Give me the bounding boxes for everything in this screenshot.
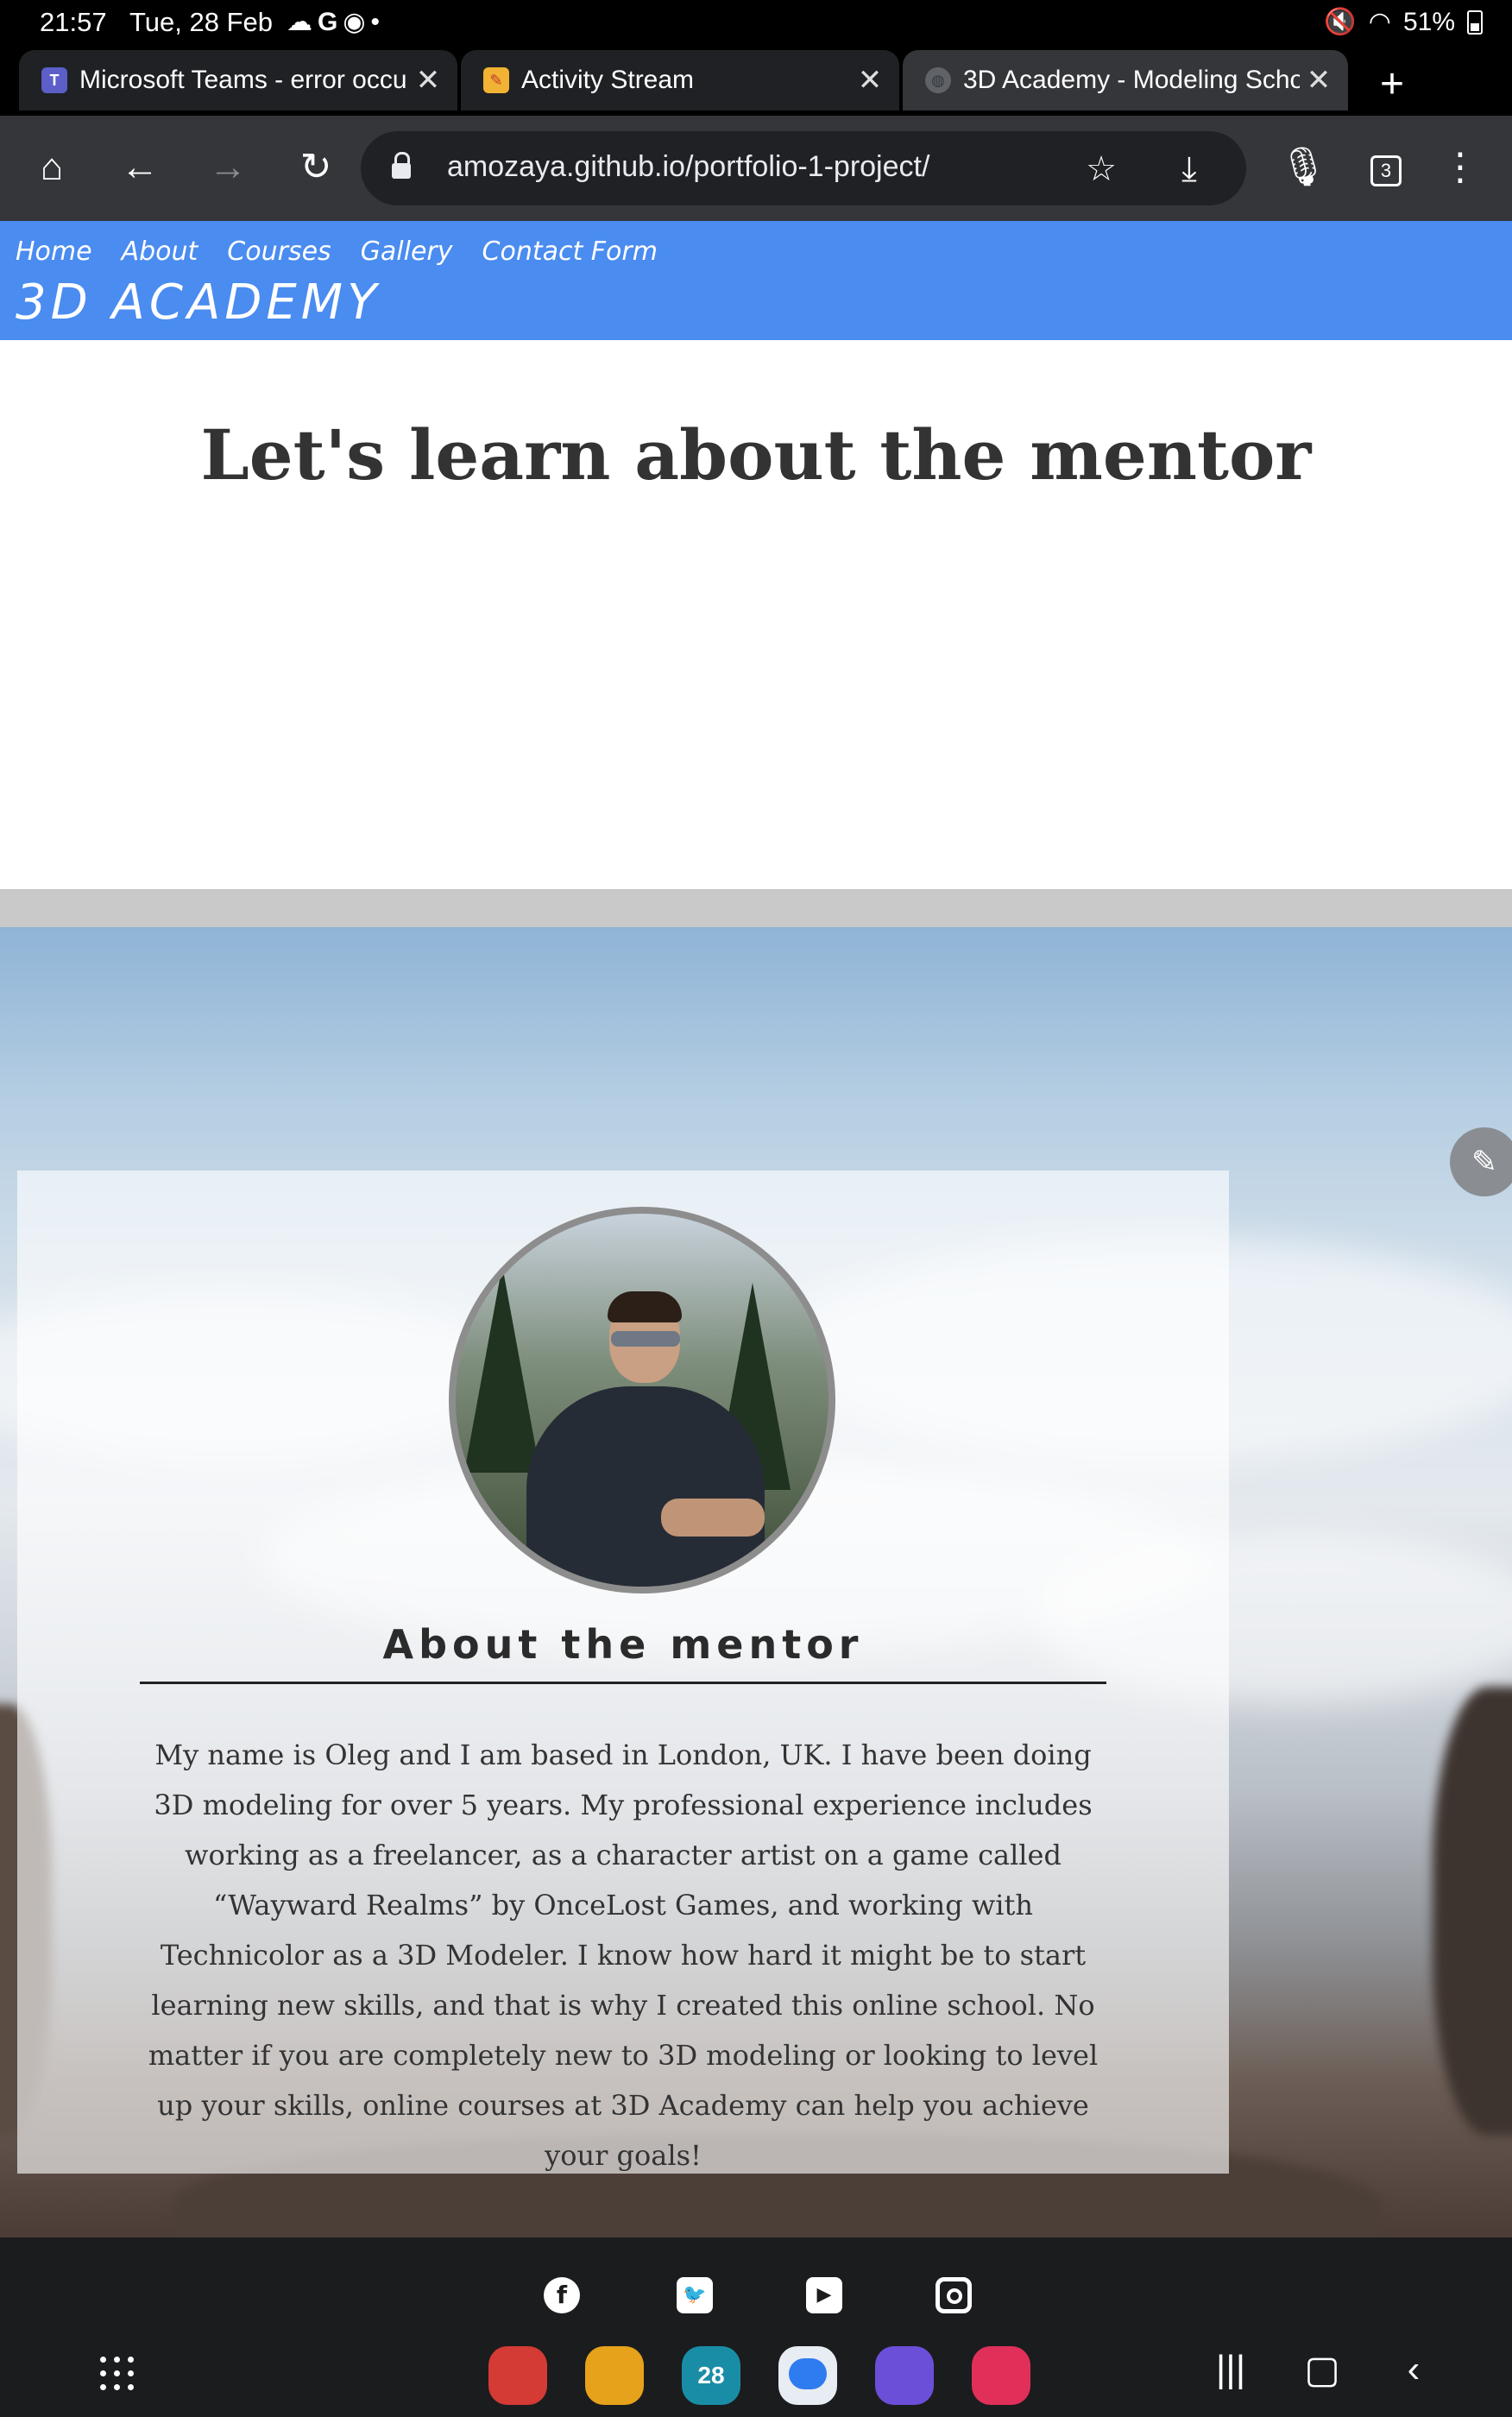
microphone-icon[interactable]: 🎙	[1276, 140, 1331, 195]
download-icon[interactable]: ⤓	[1162, 142, 1217, 197]
forward-arrow-icon[interactable]: →	[200, 140, 255, 195]
globe-icon: ◍	[925, 67, 951, 93]
lock-icon	[392, 152, 411, 179]
browser-toolbar: ⌂ ← → ↻ amozaya.github.io/portfolio-1-pr…	[0, 116, 1512, 221]
messages-app-icon[interactable]	[778, 2346, 837, 2405]
site-footer: f 🐦 ▶	[0, 2237, 1512, 2331]
tab-strip: T Microsoft Teams - error occu ✕ ✎ Activ…	[0, 47, 1512, 116]
calendar-app-icon[interactable]: 28	[682, 2346, 740, 2405]
status-bar: 21:57 Tue, 28 Feb ☁G◉• 🔇 ◠ 51%	[0, 0, 1512, 47]
status-date: Tue, 28 Feb	[129, 7, 274, 37]
nav-link-courses[interactable]: Courses	[227, 237, 331, 267]
page-title: Let's learn about the mentor	[200, 414, 1312, 495]
close-tab-icon[interactable]: ✕	[1300, 63, 1338, 98]
mentor-heading: About the mentor	[382, 1621, 864, 1668]
back-arrow-icon[interactable]: ←	[112, 140, 167, 195]
mentor-bio: My name is Oleg and I am based in London…	[148, 1739, 1099, 2172]
mentor-card: About the mentor My name is Oleg and I a…	[17, 1171, 1229, 2174]
site-header: Home About Courses Gallery Contact Form …	[0, 221, 1512, 340]
files-app-icon[interactable]	[585, 2346, 644, 2405]
app-drawer-icon[interactable]	[100, 2357, 135, 2391]
tab-title: Microsoft Teams - error occu	[79, 66, 407, 94]
nav-link-about[interactable]: About	[122, 237, 198, 267]
nav-link-gallery[interactable]: Gallery	[361, 237, 453, 267]
notification-icons: ☁G◉•	[287, 8, 386, 36]
section-divider	[0, 889, 1512, 927]
tab-title: Activity Stream	[521, 66, 695, 94]
site-nav-links: Home About Courses Gallery Contact Form	[16, 237, 658, 267]
wifi-icon: ◠	[1368, 8, 1391, 36]
instagram-icon[interactable]	[936, 2277, 972, 2313]
battery-icon	[1467, 9, 1483, 35]
address-bar[interactable]: amozaya.github.io/portfolio-1-project/ ☆…	[361, 131, 1246, 205]
tab-activity-stream[interactable]: ✎ Activity Stream ✕	[461, 50, 899, 110]
home-button-icon[interactable]: ▢	[1296, 2348, 1348, 2392]
url-text[interactable]: amozaya.github.io/portfolio-1-project/	[447, 150, 929, 184]
notes-app-icon[interactable]	[488, 2346, 547, 2405]
new-tab-button[interactable]: +	[1368, 60, 1416, 109]
reload-icon[interactable]: ↻	[288, 140, 343, 195]
battery-percent: 51%	[1402, 7, 1455, 36]
bookmark-star-icon[interactable]: ☆	[1074, 142, 1129, 197]
tab-title: 3D Academy - Modeling Scho	[963, 66, 1300, 94]
close-tab-icon[interactable]: ✕	[851, 63, 889, 98]
recent-apps-icon[interactable]: |||	[1205, 2348, 1257, 2391]
heading-underline	[140, 1682, 1106, 1684]
edit-pencil-button[interactable]: ✎	[1450, 1127, 1512, 1196]
mentor-avatar	[449, 1207, 835, 1593]
home-icon[interactable]: ⌂	[24, 140, 79, 195]
mute-icon: 🔇	[1324, 8, 1357, 36]
twitter-icon[interactable]: 🐦	[677, 2277, 713, 2313]
nav-link-contact-form[interactable]: Contact Form	[482, 237, 658, 267]
pencil-note-icon: ✎	[483, 67, 509, 93]
site-brand-logo[interactable]: 3D ACADEMY	[16, 275, 381, 331]
facebook-icon[interactable]: f	[544, 2277, 580, 2313]
teams-icon: T	[41, 67, 67, 93]
status-time: 21:57	[40, 7, 107, 37]
nav-link-home[interactable]: Home	[16, 237, 92, 267]
tab-switcher-button[interactable]: 3	[1370, 155, 1402, 186]
more-menu-icon[interactable]: ⋮	[1433, 140, 1488, 195]
youtube-icon[interactable]: ▶	[806, 2277, 842, 2313]
close-tab-icon[interactable]: ✕	[409, 63, 447, 98]
system-back-icon[interactable]: ‹	[1388, 2348, 1440, 2391]
tab-microsoft-teams[interactable]: T Microsoft Teams - error occu ✕	[19, 50, 457, 110]
tab-3d-academy[interactable]: ◍ 3D Academy - Modeling Scho ✕	[903, 50, 1348, 110]
internet-browser-app-icon[interactable]	[875, 2346, 934, 2405]
camera-app-icon[interactable]	[972, 2346, 1030, 2405]
system-navigation-bar: 28 ||| ▢ ‹	[0, 2329, 1512, 2417]
